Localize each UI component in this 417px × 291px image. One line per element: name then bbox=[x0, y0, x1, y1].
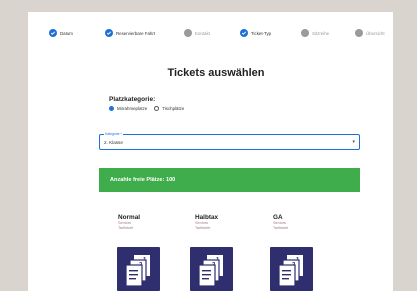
category-radio-group: Mirrahmeplatze Tischplätze bbox=[109, 106, 191, 111]
step-uebersicht[interactable]: Übersicht bbox=[355, 29, 385, 37]
ticket-subtitle: Tarifstufe bbox=[273, 226, 289, 230]
radio-label: Tischplätze bbox=[162, 106, 185, 111]
check-icon bbox=[105, 29, 113, 37]
ticket-ga[interactable]: GA Seniors Tarifstufe 1 2 bbox=[270, 214, 333, 291]
step-sitzreihe[interactable]: Sitzreihe bbox=[301, 29, 329, 37]
ticket-page: Datum Reservierbare Fahrt Kontakt Ticket… bbox=[28, 12, 393, 291]
step-label: Kontakt bbox=[195, 30, 210, 36]
ticket-card[interactable]: 1 2 bbox=[190, 247, 233, 291]
class-select[interactable]: Kategorie * 2. Klasse ▾ bbox=[99, 132, 360, 150]
step-reservierbare-fahrt[interactable]: Reservierbare Fahrt bbox=[105, 29, 155, 37]
radio-selected-icon bbox=[109, 106, 114, 111]
step-label: Übersicht bbox=[366, 30, 385, 36]
radio-tischplaetze[interactable]: Tischplätze bbox=[154, 106, 184, 111]
pending-step-icon bbox=[355, 29, 363, 37]
category-label: Platzkategorie: bbox=[109, 96, 156, 103]
ticket-name: Halbtax bbox=[195, 214, 219, 221]
page-title: Tickets auswählen bbox=[167, 67, 265, 79]
ticket-card[interactable]: 1 2 bbox=[117, 247, 160, 291]
step-label: Reservierbare Fahrt bbox=[116, 30, 156, 36]
radio-label: Mirrahmeplatze bbox=[117, 106, 148, 111]
ticket-subtitle: Tarifstufe bbox=[118, 226, 134, 230]
ticket-normal[interactable]: Normal Seniors Tarifstufe 1 2 bbox=[117, 214, 178, 291]
ticket-halbtax[interactable]: Halbtax Seniors Tarifstufe 1 2 bbox=[190, 214, 255, 291]
step-kontakt[interactable]: Kontakt bbox=[184, 29, 210, 37]
ticket-name: GA bbox=[273, 214, 283, 221]
progress-stepper: Datum Reservierbare Fahrt Kontakt Ticket… bbox=[28, 29, 393, 41]
tickets-icon: 1 2 bbox=[125, 255, 150, 287]
ticket-card[interactable]: 1 2 bbox=[270, 247, 313, 291]
step-datum[interactable]: Datum bbox=[49, 29, 73, 37]
radio-mirrahmeplatze[interactable]: Mirrahmeplatze bbox=[109, 106, 147, 111]
availability-text: Anzahle freie Plätze: 100 bbox=[110, 177, 176, 183]
step-label: Ticket-Typ bbox=[251, 30, 272, 36]
tickets-icon: 1 2 bbox=[198, 255, 223, 287]
ticket-subtitle: Tarifstufe bbox=[195, 226, 211, 230]
pending-step-icon bbox=[184, 29, 192, 37]
chevron-down-icon: ▾ bbox=[352, 139, 355, 145]
select-float-label: Kategorie * bbox=[104, 132, 123, 136]
check-icon bbox=[240, 29, 248, 37]
check-icon bbox=[49, 29, 57, 37]
availability-banner: Anzahle freie Plätze: 100 bbox=[99, 168, 360, 192]
step-label: Sitzreihe bbox=[312, 30, 330, 36]
step-label: Datum bbox=[60, 30, 73, 36]
ticket-name: Normal bbox=[118, 214, 141, 221]
tickets-icon: 1 2 bbox=[278, 255, 303, 287]
step-ticket-typ[interactable]: Ticket-Typ bbox=[240, 29, 271, 37]
radio-unselected-icon bbox=[154, 106, 160, 111]
select-value: 2. Klasse bbox=[104, 140, 123, 145]
pending-step-icon bbox=[301, 29, 309, 37]
